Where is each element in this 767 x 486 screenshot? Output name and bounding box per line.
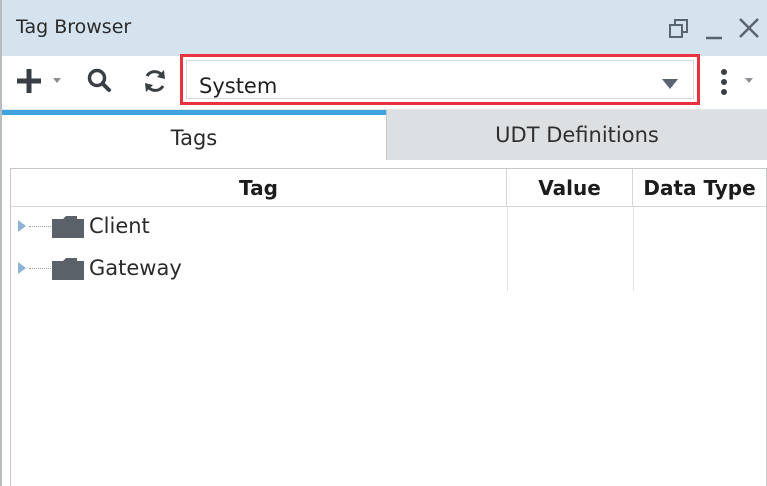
- table-header: Tag Value Data Type: [11, 169, 766, 207]
- search-icon[interactable]: [84, 66, 114, 96]
- folder-icon: [52, 216, 84, 238]
- column-divider: [507, 207, 508, 291]
- tab-label: Tags: [170, 125, 218, 150]
- tag-provider-dropdown[interactable]: System: [180, 54, 700, 105]
- table-row[interactable]: Gateway: [11, 249, 507, 289]
- column-divider: [633, 207, 634, 291]
- window-title: Tag Browser: [16, 16, 132, 38]
- chevron-down-icon[interactable]: [742, 74, 756, 86]
- tab-tags[interactable]: Tags: [2, 110, 386, 160]
- title-bar: Tag Browser: [2, 0, 767, 56]
- column-header-tag[interactable]: Tag: [11, 169, 507, 207]
- close-icon[interactable]: [736, 14, 762, 42]
- tag-browser-panel: Tag Browser System Tags UDT Definitions …: [0, 0, 767, 486]
- table-row[interactable]: Client: [11, 207, 507, 247]
- dropdown-caret-icon[interactable]: [661, 77, 679, 91]
- tab-strip: Tags UDT Definitions: [2, 110, 767, 160]
- tag-provider-value: System: [199, 74, 278, 98]
- more-options-icon[interactable]: [718, 66, 730, 98]
- chevron-down-icon[interactable]: [50, 74, 64, 86]
- tab-label: UDT Definitions: [495, 123, 659, 147]
- restore-icon[interactable]: [666, 16, 692, 42]
- refresh-icon[interactable]: [140, 66, 170, 96]
- add-icon[interactable]: [14, 66, 44, 96]
- minimize-icon[interactable]: [702, 16, 726, 42]
- tag-name: Gateway: [89, 256, 182, 280]
- tree-connector: [29, 268, 51, 269]
- expand-arrow-icon[interactable]: [17, 219, 27, 233]
- tag-table: Tag Value Data Type Client Gateway: [10, 168, 767, 486]
- expand-arrow-icon[interactable]: [17, 261, 27, 275]
- column-header-data-type[interactable]: Data Type: [633, 169, 766, 207]
- column-header-value[interactable]: Value: [507, 169, 633, 207]
- tree-connector: [29, 226, 51, 227]
- tab-udt-definitions[interactable]: UDT Definitions: [386, 110, 767, 160]
- tag-name: Client: [89, 214, 150, 238]
- folder-icon: [52, 258, 84, 280]
